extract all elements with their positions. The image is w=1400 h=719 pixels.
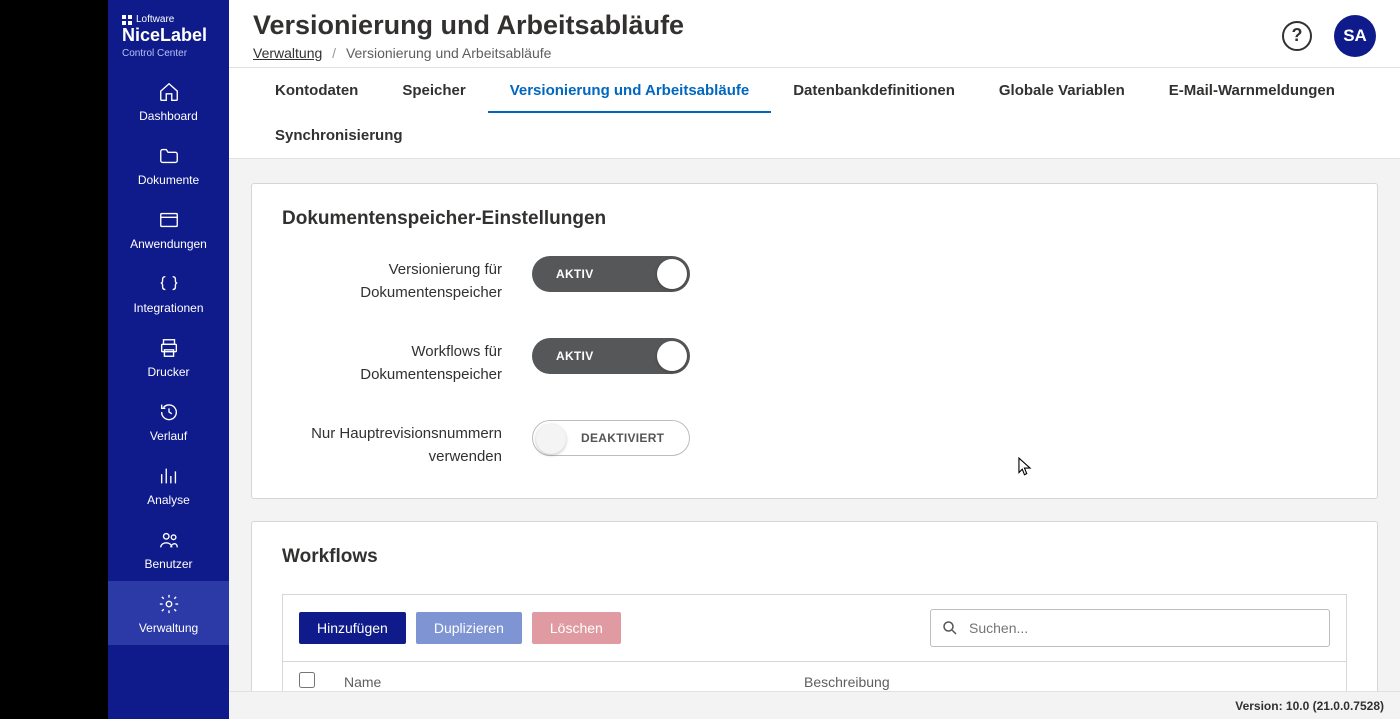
setting-versioning: Versionierung für Dokumentenspeicher AKT… xyxy=(282,256,1347,304)
content-inner: Dokumentenspeicher-Einstellungen Version… xyxy=(229,159,1400,691)
tab-email-alerts[interactable]: E-Mail-Warnmeldungen xyxy=(1147,68,1357,113)
delete-button[interactable]: Löschen xyxy=(532,612,621,644)
panel-workflows: Workflows Hinzufügen Duplizieren Löschen xyxy=(251,521,1378,691)
users-icon xyxy=(157,529,181,551)
home-icon xyxy=(157,81,181,103)
gear-icon xyxy=(157,593,181,615)
sidebar-item-label: Dokumente xyxy=(138,173,199,187)
header: Versionierung und Arbeitsabläufe Verwalt… xyxy=(229,0,1400,68)
sidebar-item-users[interactable]: Benutzer xyxy=(108,517,229,581)
setting-label: Nur Hauptrevisionsnummern verwenden xyxy=(282,420,532,468)
toggle-text: DEAKTIVIERT xyxy=(581,431,664,445)
toggle-knob xyxy=(657,259,687,289)
select-all-cell xyxy=(299,672,344,691)
sidebar-item-label: Anwendungen xyxy=(130,237,207,251)
sidebar-item-integrations[interactable]: Integrationen xyxy=(108,261,229,325)
tabs: Kontodaten Speicher Versionierung und Ar… xyxy=(229,68,1400,159)
panel-title: Workflows xyxy=(282,546,1347,568)
sidebar-item-label: Benutzer xyxy=(144,557,192,571)
chart-icon xyxy=(157,465,181,487)
sidebar-item-label: Verwaltung xyxy=(139,621,198,635)
setting-workflows: Workflows für Dokumentenspeicher AKTIV xyxy=(282,338,1347,386)
sidebar: Loftware NiceLabel Control Center Dashbo… xyxy=(108,0,229,719)
printer-icon xyxy=(157,337,181,359)
select-all-checkbox[interactable] xyxy=(299,672,315,688)
sidebar-item-label: Integrationen xyxy=(133,301,203,315)
brand-main: NiceLabel xyxy=(122,25,221,46)
panel-doc-storage-settings: Dokumentenspeicher-Einstellungen Version… xyxy=(251,183,1378,499)
sidebar-item-label: Analyse xyxy=(147,493,190,507)
column-name[interactable]: Name xyxy=(344,674,804,690)
black-strip xyxy=(0,0,108,719)
sidebar-item-label: Verlauf xyxy=(150,429,187,443)
header-right: ? SA xyxy=(1282,15,1376,57)
brand: Loftware NiceLabel Control Center xyxy=(108,0,229,69)
tab-dbdefs[interactable]: Datenbankdefinitionen xyxy=(771,68,977,113)
breadcrumb: Verwaltung / Versionierung und Arbeitsab… xyxy=(253,45,1282,61)
breadcrumb-current: Versionierung und Arbeitsabläufe xyxy=(346,45,551,61)
setting-label: Workflows für Dokumentenspeicher xyxy=(282,338,532,386)
panel-title: Dokumentenspeicher-Einstellungen xyxy=(282,208,1347,230)
toggle-versioning[interactable]: AKTIV xyxy=(532,256,690,292)
toggle-knob xyxy=(657,341,687,371)
content-scroll[interactable]: Dokumentenspeicher-Einstellungen Version… xyxy=(229,159,1400,691)
setting-main-revisions: Nur Hauptrevisionsnummern verwenden DEAK… xyxy=(282,420,1347,468)
history-icon xyxy=(157,401,181,423)
tab-sync[interactable]: Synchronisierung xyxy=(253,113,425,158)
tab-globals[interactable]: Globale Variablen xyxy=(977,68,1147,113)
column-description[interactable]: Beschreibung xyxy=(804,674,1330,690)
search-icon xyxy=(941,619,959,637)
folder-icon xyxy=(157,145,181,167)
search-input[interactable] xyxy=(969,620,1319,636)
sidebar-item-administration[interactable]: Verwaltung xyxy=(108,581,229,645)
sidebar-item-dashboard[interactable]: Dashboard xyxy=(108,69,229,133)
avatar[interactable]: SA xyxy=(1334,15,1376,57)
search-box[interactable] xyxy=(930,609,1330,647)
table-header: Name Beschreibung xyxy=(282,661,1347,691)
sidebar-item-label: Drucker xyxy=(147,365,189,379)
toggle-main-revisions[interactable]: DEAKTIVIERT xyxy=(532,420,690,456)
footer: Version: 10.0 (21.0.0.7528) xyxy=(229,691,1400,719)
breadcrumb-sep: / xyxy=(332,45,336,61)
add-button[interactable]: Hinzufügen xyxy=(299,612,406,644)
tab-account[interactable]: Kontodaten xyxy=(253,68,380,113)
brand-top: Loftware xyxy=(122,14,221,25)
main: Versionierung und Arbeitsabläufe Verwalt… xyxy=(229,0,1400,719)
workflows-toolbar: Hinzufügen Duplizieren Löschen xyxy=(282,594,1347,661)
toggle-workflows[interactable]: AKTIV xyxy=(532,338,690,374)
sidebar-item-history[interactable]: Verlauf xyxy=(108,389,229,453)
braces-icon xyxy=(157,273,181,295)
sidebar-item-printers[interactable]: Drucker xyxy=(108,325,229,389)
help-button[interactable]: ? xyxy=(1282,21,1312,51)
sidebar-item-documents[interactable]: Dokumente xyxy=(108,133,229,197)
brand-sub: Control Center xyxy=(122,48,221,59)
version-label: Version: 10.0 (21.0.0.7528) xyxy=(1235,699,1384,713)
tab-storage[interactable]: Speicher xyxy=(380,68,487,113)
tab-versioning[interactable]: Versionierung und Arbeitsabläufe xyxy=(488,68,772,113)
toggle-text: AKTIV xyxy=(556,267,594,281)
window-icon xyxy=(157,209,181,231)
breadcrumb-root[interactable]: Verwaltung xyxy=(253,45,322,61)
sidebar-item-label: Dashboard xyxy=(139,109,198,123)
setting-label: Versionierung für Dokumentenspeicher xyxy=(282,256,532,304)
header-left: Versionierung und Arbeitsabläufe Verwalt… xyxy=(253,10,1282,61)
duplicate-button[interactable]: Duplizieren xyxy=(416,612,522,644)
nav: Dashboard Dokumente Anwendungen Integrat… xyxy=(108,69,229,645)
toggle-knob xyxy=(536,424,566,454)
toggle-text: AKTIV xyxy=(556,349,594,363)
sidebar-item-analytics[interactable]: Analyse xyxy=(108,453,229,517)
page-title: Versionierung und Arbeitsabläufe xyxy=(253,10,1282,41)
sidebar-item-applications[interactable]: Anwendungen xyxy=(108,197,229,261)
